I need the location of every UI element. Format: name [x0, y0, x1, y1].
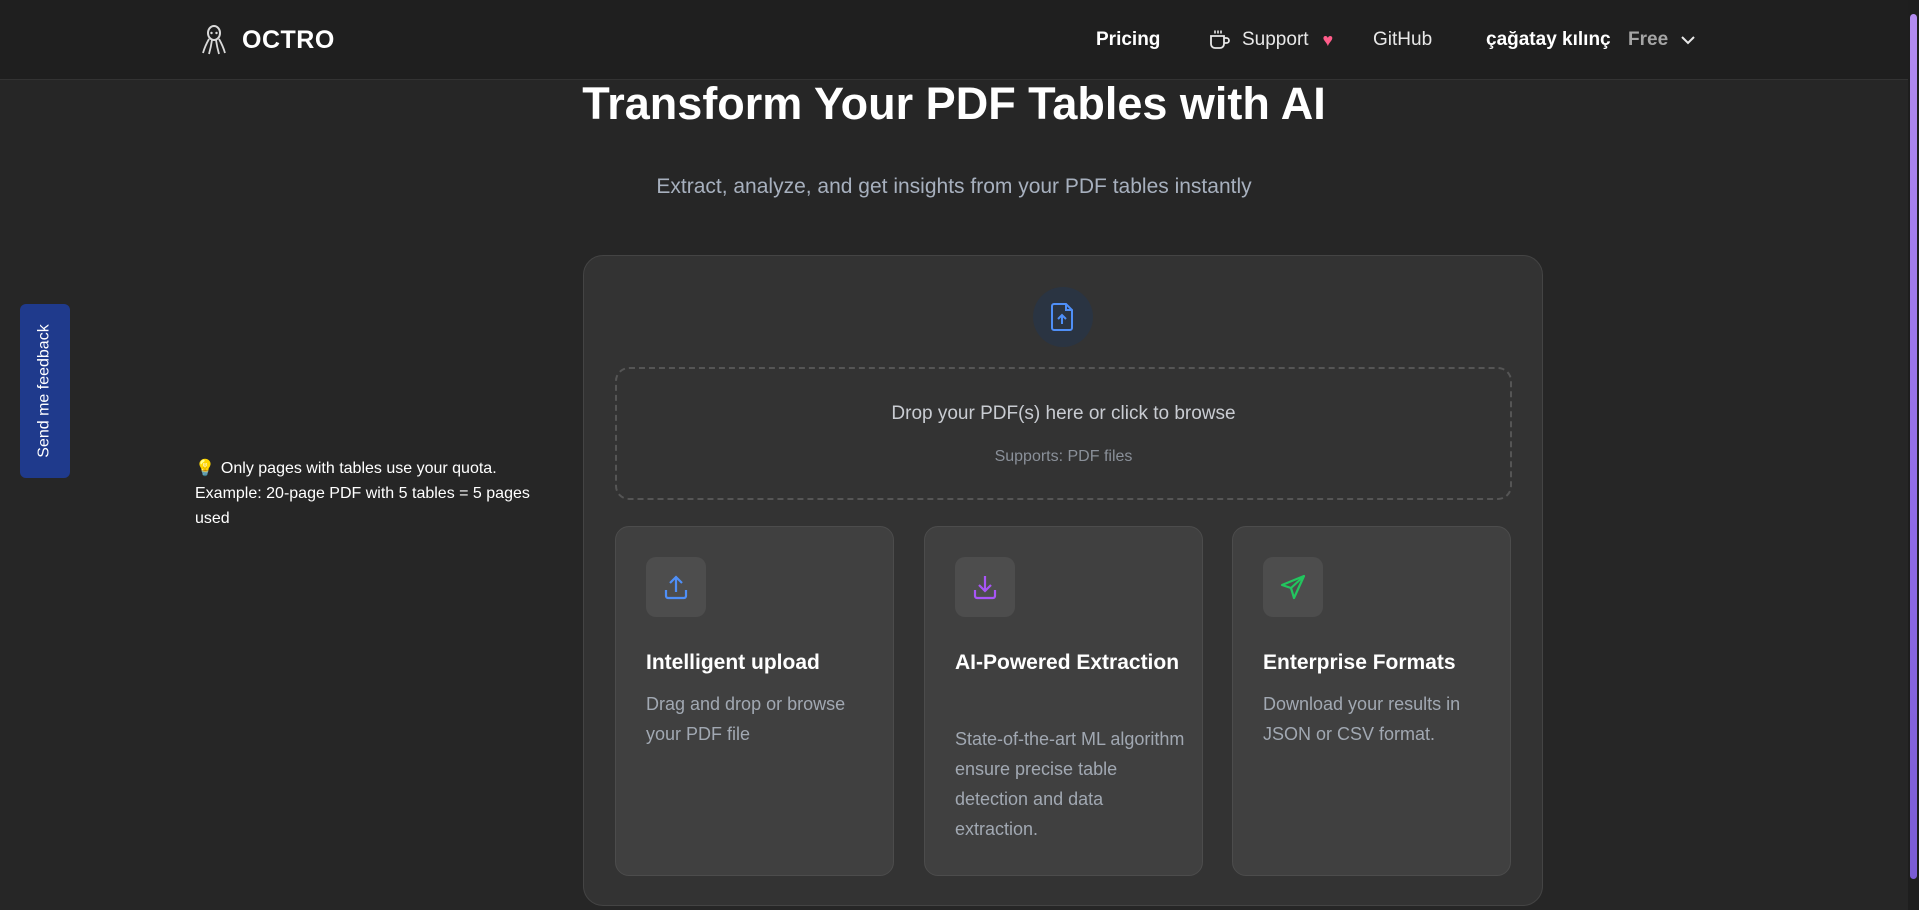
user-menu[interactable]: çağatay kılınç: [1486, 24, 1611, 56]
nav-github-label: GitHub: [1373, 29, 1433, 50]
upload-icon: [664, 575, 688, 600]
scrollbar-thumb[interactable]: [1910, 14, 1917, 879]
dropzone-hint: Supports: PDF files: [994, 448, 1133, 465]
coffee-cup-icon: [1210, 30, 1230, 49]
chevron-down-icon: [1681, 36, 1695, 45]
feature-card-ai-extraction: AI-Powered Extraction State-of-the-art M…: [924, 526, 1203, 876]
nav-pricing-link[interactable]: Pricing: [1096, 24, 1160, 56]
nav-support-label: Support: [1242, 29, 1309, 50]
feature-icon-badge: [955, 557, 1015, 617]
nav-support-link[interactable]: Support ♥: [1208, 24, 1333, 56]
feature-title: Enterprise Formats: [1263, 651, 1456, 674]
file-upload-icon-badge: [1033, 287, 1093, 347]
plan-dropdown[interactable]: Free: [1628, 24, 1696, 56]
top-navbar: OCTRO Pricing Support ♥ GitHub çağatay k…: [0, 0, 1908, 80]
page-subtitle: Extract, analyze, and get insights from …: [656, 175, 1252, 198]
download-icon: [973, 576, 997, 600]
nav-github-link[interactable]: GitHub: [1373, 24, 1432, 56]
pdf-dropzone[interactable]: Drop your PDF(s) here or click to browse…: [615, 367, 1512, 500]
user-name: çağatay kılınç: [1486, 29, 1611, 50]
feature-description: Drag and drop or browse your PDF file: [646, 694, 846, 744]
send-icon: [1280, 574, 1306, 600]
feature-title: Intelligent upload: [646, 651, 820, 674]
feature-description: Download your results in JSON or CSV for…: [1263, 694, 1461, 744]
file-upload-icon: [1051, 303, 1073, 331]
page-scrollbar[interactable]: [1908, 0, 1919, 910]
brand-name: OCTRO: [242, 25, 335, 54]
quota-note-text: Only pages with tables use your quota. E…: [195, 460, 530, 527]
page-title: Transform Your PDF Tables with AI: [582, 78, 1326, 129]
dropzone-title: Drop your PDF(s) here or click to browse: [891, 403, 1236, 424]
plan-label: Free: [1628, 29, 1669, 50]
lightbulb-icon: 💡: [195, 460, 215, 477]
feedback-label: Send me feedback: [36, 324, 54, 458]
send-feedback-button[interactable]: Send me feedback: [20, 304, 70, 478]
feature-icon-badge: [646, 557, 706, 617]
nav-pricing-label: Pricing: [1096, 29, 1161, 50]
heart-icon: ♥: [1322, 29, 1334, 50]
upload-card: Drop your PDF(s) here or click to browse…: [583, 255, 1543, 906]
brand[interactable]: OCTRO: [200, 22, 335, 58]
feature-title: AI-Powered Extraction: [955, 651, 1180, 674]
feature-icon-badge: [1263, 557, 1323, 617]
feature-description: State-of-the-art ML algorithm ensure pre…: [955, 729, 1185, 839]
feature-card-enterprise-formats: Enterprise Formats Download your results…: [1232, 526, 1511, 876]
feature-card-intelligent-upload: Intelligent upload Drag and drop or brow…: [615, 526, 894, 876]
quota-note: 💡 Only pages with tables use your quota. …: [195, 456, 545, 531]
octopus-logo-icon: [202, 25, 226, 55]
